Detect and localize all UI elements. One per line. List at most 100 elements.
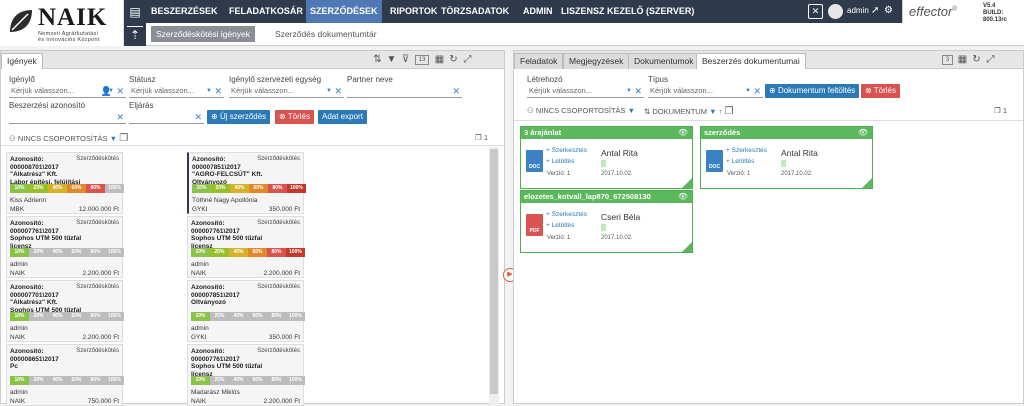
eye-icon[interactable]: 👁 bbox=[678, 128, 688, 137]
progress-step: 10% bbox=[10, 312, 29, 321]
tab-beszerzes-dokumentumai[interactable]: Beszerzés dokumentumai bbox=[696, 53, 806, 69]
sort-icon[interactable]: ⇅ bbox=[371, 53, 384, 66]
download-link[interactable]: + Letöltés bbox=[726, 158, 754, 165]
clear-icon: ✕ bbox=[634, 86, 642, 96]
progress-step: 80% bbox=[86, 184, 105, 193]
nav-admin[interactable]: ADMIN bbox=[519, 0, 557, 23]
columns-icon: ❐ bbox=[724, 106, 734, 117]
eye-icon[interactable]: 👁 bbox=[678, 192, 688, 201]
contract-card[interactable]: Azonosító: 000007851\2017 "AGRO-FELCSÚT" … bbox=[187, 152, 306, 214]
card-person: admin bbox=[10, 389, 28, 396]
menu-icon[interactable]: ▤ bbox=[127, 4, 143, 20]
igenylo-select[interactable]: Kérjük válasszon... ▼ 👤 ✕ bbox=[9, 85, 126, 98]
side-toggle-buttons: ▤ ⇡ bbox=[124, 0, 146, 46]
rocket-icon[interactable]: ➚ bbox=[871, 5, 879, 16]
nav-torzsadatok[interactable]: TÖRZSADATOK bbox=[437, 0, 513, 23]
card-org: GYKI bbox=[192, 206, 208, 213]
expand-icon[interactable]: ⤢ bbox=[461, 53, 474, 66]
statusz-label: Státusz bbox=[129, 75, 156, 84]
edit-link[interactable]: + Szerkesztés bbox=[726, 147, 767, 154]
contract-card[interactable]: Azonosító: 000008701\2017 "Alkatrész" Kft… bbox=[6, 152, 124, 214]
documents-panel: Feladatok Megjegyzések Dokumentumok Besz… bbox=[513, 50, 1024, 404]
document-author: Antal Rita bbox=[601, 148, 638, 158]
contract-card[interactable]: Azonosító: 000007761\2017 Sophos UTM 500 … bbox=[187, 344, 305, 406]
progress-step: 60% bbox=[248, 376, 267, 385]
refresh-icon[interactable]: ↻ bbox=[970, 53, 983, 66]
progress-step: 100% bbox=[286, 312, 305, 321]
partner-input[interactable]: ✕ bbox=[347, 85, 462, 98]
close-icon[interactable]: ✕ bbox=[808, 4, 823, 19]
upload-document-button[interactable]: ⊕ Dokumentum feltöltés bbox=[765, 84, 860, 98]
nav-liszensz-kezelo[interactable]: LISZENSZ KEZELŐ (SZERVER) bbox=[557, 0, 698, 23]
document-version: Verzió: 1 bbox=[547, 171, 571, 177]
delete-button[interactable]: ⊗ Törlés bbox=[275, 110, 315, 124]
progress-step: 80% bbox=[267, 312, 286, 321]
clear-icon: ✕ bbox=[334, 86, 342, 96]
progress-bar: 10% 20% 40% 60% 80% 100% bbox=[191, 376, 305, 385]
progress-step: 10% bbox=[10, 184, 29, 193]
nav-szerzodesek[interactable]: SZERZŐDÉSEK bbox=[306, 0, 382, 23]
doc-sort-dropdown[interactable]: ⇅ DOKUMENTUM ▼ ↑ ❐ bbox=[644, 106, 733, 117]
collapse-up-icon[interactable]: ⇡ bbox=[127, 26, 143, 42]
subnav-szerzodes-dokumentumtar[interactable]: Szerződés dokumentumtár bbox=[270, 26, 382, 42]
card-amount: 2.200.000 Ft bbox=[263, 270, 301, 277]
nav-beszerzesek[interactable]: BESZERZÉSEK bbox=[147, 0, 222, 23]
left-scrollbar[interactable] bbox=[489, 147, 499, 405]
filter-icon[interactable]: ▼ bbox=[385, 53, 398, 66]
tipus-select[interactable]: Kérjük válasszon... ▼ ✕ bbox=[648, 85, 763, 98]
card-type: Szerződéskötés bbox=[257, 220, 300, 226]
contract-card[interactable]: Azonosító: 000007701\2017 "Alkatrész" Kft… bbox=[6, 280, 124, 342]
contract-card[interactable]: Azonosító: 000008651\2017 Pc Szerződésköt… bbox=[6, 344, 124, 406]
progress-step: 60% bbox=[67, 376, 86, 385]
edit-link[interactable]: + Szerkesztés bbox=[546, 211, 587, 218]
corner-marker bbox=[862, 178, 872, 188]
doc-grouping-dropdown[interactable]: ⚇ NINCS CSOPORTOSÍTÁS ▼ bbox=[527, 106, 635, 115]
avatar[interactable] bbox=[828, 4, 843, 19]
document-card[interactable]: szerződés 👁 DOC + Szerkesztés + Letöltés… bbox=[700, 126, 873, 189]
user-name[interactable]: admin bbox=[847, 6, 869, 15]
doc-selection-count: ❐ 1 bbox=[994, 106, 1007, 115]
grouping-dropdown[interactable]: ⚇ NINCS CSOPORTOSÍTÁS ▼ ❐ bbox=[9, 133, 128, 144]
tab-megjegyzesek[interactable]: Megjegyzések bbox=[563, 53, 630, 69]
contract-card[interactable]: Azonosító: 000007851\2017 Oltványozó Szer… bbox=[187, 280, 305, 342]
document-version: Verzió: 1 bbox=[727, 171, 751, 177]
delete-document-button[interactable]: ⊗ Törlés bbox=[861, 84, 901, 98]
naik-logo[interactable]: NAIK Nemzeti Agrárkutatási és Innovációs… bbox=[0, 0, 124, 46]
tab-dokumentumok[interactable]: Dokumentumok bbox=[628, 53, 700, 69]
egyseg-select[interactable]: Kérjük válasszon... ▼ ✕ bbox=[229, 85, 344, 98]
new-contract-button[interactable]: ⊕ Új szerződés bbox=[207, 110, 271, 124]
letrehozo-select[interactable]: Kérjük válasszon... ▼ ✕ bbox=[527, 85, 644, 98]
document-card[interactable]: elozetes_kotvall_lap870_672508130 👁 PDF … bbox=[520, 190, 693, 253]
card-person: Kiss Adrienn bbox=[10, 197, 47, 204]
grid-icon[interactable]: ▦ bbox=[956, 53, 969, 66]
gear-icon[interactable]: ⚙ bbox=[884, 5, 893, 16]
azonosito-input[interactable]: ✕ bbox=[9, 111, 126, 124]
nav-riportok[interactable]: RIPORTOK bbox=[386, 0, 441, 23]
eye-icon[interactable]: 👁 bbox=[858, 128, 868, 137]
filter-clear-icon[interactable]: ⊽ bbox=[399, 53, 412, 66]
progress-step: 80% bbox=[86, 312, 105, 321]
expand-icon[interactable]: ⤢ bbox=[984, 53, 997, 66]
contract-card[interactable]: Azonosító: 000007761\2017 Sophos UTM 500 … bbox=[6, 216, 124, 278]
subnav-szerzodeskotesi-igenyek[interactable]: Szerződéskötési igények bbox=[151, 26, 256, 42]
download-link[interactable]: + Letöltés bbox=[546, 158, 574, 165]
tab-feladatok[interactable]: Feladatok bbox=[514, 53, 564, 69]
card-type: Szerződéskötés bbox=[76, 156, 119, 162]
refresh-icon[interactable]: ↻ bbox=[447, 53, 460, 66]
download-link[interactable]: + Letöltés bbox=[546, 222, 574, 229]
corner-marker bbox=[682, 178, 692, 188]
card-person: Madarász Miklós bbox=[191, 389, 240, 396]
progress-step: 80% bbox=[86, 376, 105, 385]
clear-icon: ✕ bbox=[116, 112, 124, 122]
export-button[interactable]: Adat export bbox=[318, 110, 367, 124]
effector-version: V5.4 BUILD: 800.13rc bbox=[983, 3, 1008, 23]
document-author: Cseri Béla bbox=[601, 212, 641, 222]
tab-igenyek[interactable]: Igények bbox=[1, 53, 43, 69]
grid-icon[interactable]: ▦ bbox=[433, 53, 446, 66]
edit-link[interactable]: + Szerkesztés bbox=[546, 147, 587, 154]
statusz-select[interactable]: Kérjük válasszon... ▼ ✕ bbox=[129, 85, 224, 98]
nav-feladatkosar[interactable]: FELADATKOSÁR bbox=[225, 0, 307, 23]
contract-card[interactable]: Azonosító: 000007761\2017 Sophos UTM 500 … bbox=[187, 216, 305, 278]
eljaras-input[interactable]: ✕ bbox=[129, 111, 204, 124]
document-card[interactable]: 3 árajánlat 👁 DOC + Szerkesztés + Letölt… bbox=[520, 126, 693, 189]
